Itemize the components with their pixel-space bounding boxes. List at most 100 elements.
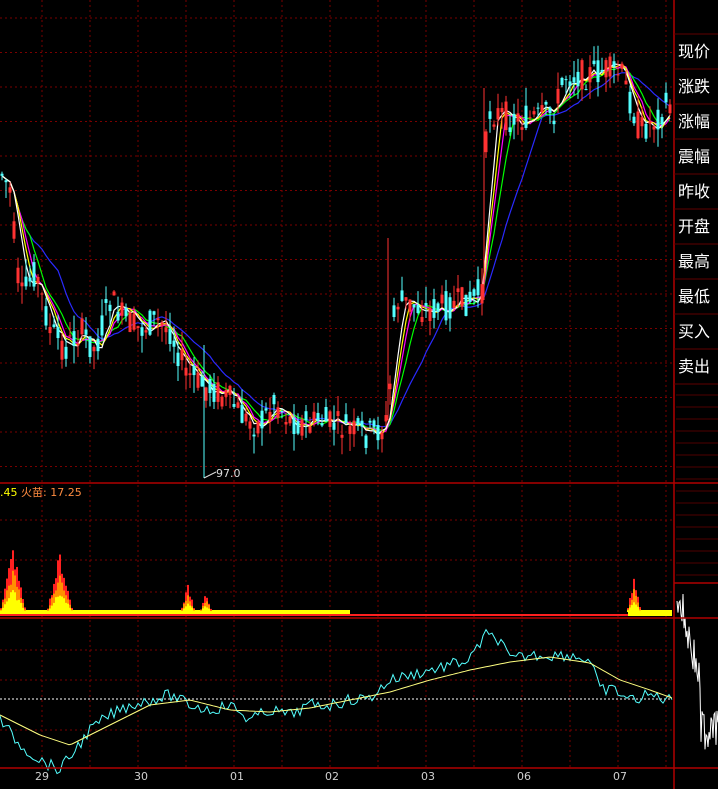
candle-body [132, 313, 136, 330]
candle-body [468, 291, 472, 302]
candle-body [272, 394, 276, 405]
indicator-legend: .45 火苗: 17.25 [0, 486, 82, 499]
candle-body [480, 284, 484, 304]
candle-body [52, 324, 56, 328]
candle-body [40, 293, 44, 295]
candle-body [60, 340, 64, 360]
candle-body [460, 287, 464, 307]
candle-body [528, 117, 532, 119]
candle-body [328, 411, 332, 427]
fire-bar [187, 603, 189, 612]
fire-bar [14, 592, 16, 612]
ma10-line [1, 63, 671, 435]
fire-bar [67, 603, 69, 612]
candle-body [400, 290, 404, 301]
candle-body [524, 105, 528, 129]
candle-body [280, 411, 284, 413]
candle-body [344, 414, 348, 423]
fire-bar [61, 596, 63, 612]
candle-body [632, 116, 636, 124]
oscillator-lines [0, 628, 673, 775]
candle-body [80, 318, 84, 335]
candle-body [296, 421, 300, 434]
fire-bar [208, 608, 210, 612]
candle-body [316, 412, 320, 422]
candle-body [532, 111, 536, 115]
candle-body [172, 340, 176, 347]
x-tick-label: 02 [325, 770, 339, 783]
side-label-amplitude: 震幅 [678, 147, 711, 166]
candle-body [556, 88, 560, 104]
fire-bar [200, 610, 202, 612]
fire-bar [0, 610, 2, 612]
candle-body [452, 300, 456, 309]
candle-body [412, 304, 416, 308]
candle-body [320, 423, 324, 426]
candle-body [152, 311, 156, 315]
indicator-value: 17.25 [50, 486, 82, 499]
candle-body [44, 306, 48, 326]
candle-body [368, 420, 372, 423]
fire-bar [53, 602, 55, 612]
candle-body [456, 288, 460, 293]
candle-body [140, 327, 144, 336]
candle-body [408, 299, 412, 312]
fire-bar [51, 605, 53, 612]
candle-body [180, 349, 184, 361]
candle-body [36, 276, 40, 284]
candle-body [352, 420, 356, 435]
indicator-prefix-value: .45 [0, 486, 18, 499]
fire-bar [65, 602, 67, 612]
candle-body [516, 113, 520, 122]
candle-body [340, 434, 344, 438]
fire-bar [6, 601, 8, 612]
candle-body [424, 303, 428, 306]
candle-body [448, 297, 452, 319]
candle-body [168, 328, 172, 345]
grid-lines [0, 0, 672, 770]
candle-body [48, 327, 52, 334]
candle-body [88, 336, 92, 358]
fire-bar [191, 607, 193, 612]
candle-body [348, 426, 352, 434]
candle-body [176, 352, 180, 367]
candle-body [56, 327, 60, 339]
fire-bar [18, 599, 20, 612]
fire-bar [20, 602, 22, 612]
candle-body [544, 101, 548, 105]
x-tick-label: 30 [134, 770, 148, 783]
candle-body [16, 267, 20, 284]
candle-body [220, 396, 224, 407]
candle-body [600, 69, 604, 72]
fire-bar [206, 607, 208, 612]
candle-body [520, 127, 524, 130]
candle-body [428, 307, 432, 322]
candle-body [420, 316, 424, 322]
candle-body [224, 389, 228, 397]
candle-body [252, 434, 256, 437]
candle-body [332, 422, 336, 430]
candle-body [656, 109, 660, 130]
candle-body [24, 276, 28, 287]
candle-body [64, 346, 68, 359]
ma5-line [1, 63, 671, 436]
candle-body [616, 74, 620, 76]
x-tick-label: 01 [230, 770, 244, 783]
candle-body [488, 111, 492, 119]
candle-body [364, 435, 368, 448]
candle-body [120, 302, 124, 316]
candle-body [20, 282, 24, 287]
candle-body [356, 418, 360, 426]
fire-bar [183, 608, 185, 612]
candle-body [508, 127, 512, 133]
candle-body [260, 410, 264, 429]
candle-body [188, 373, 192, 376]
candle-body [184, 367, 188, 376]
candle-body [248, 421, 252, 429]
fire-bar [49, 608, 51, 612]
fire-bar [181, 610, 183, 612]
candle-body [300, 419, 304, 436]
side-label-prev-close: 昨收 [678, 182, 711, 201]
candle-body [68, 335, 72, 337]
candle-body [372, 420, 376, 427]
